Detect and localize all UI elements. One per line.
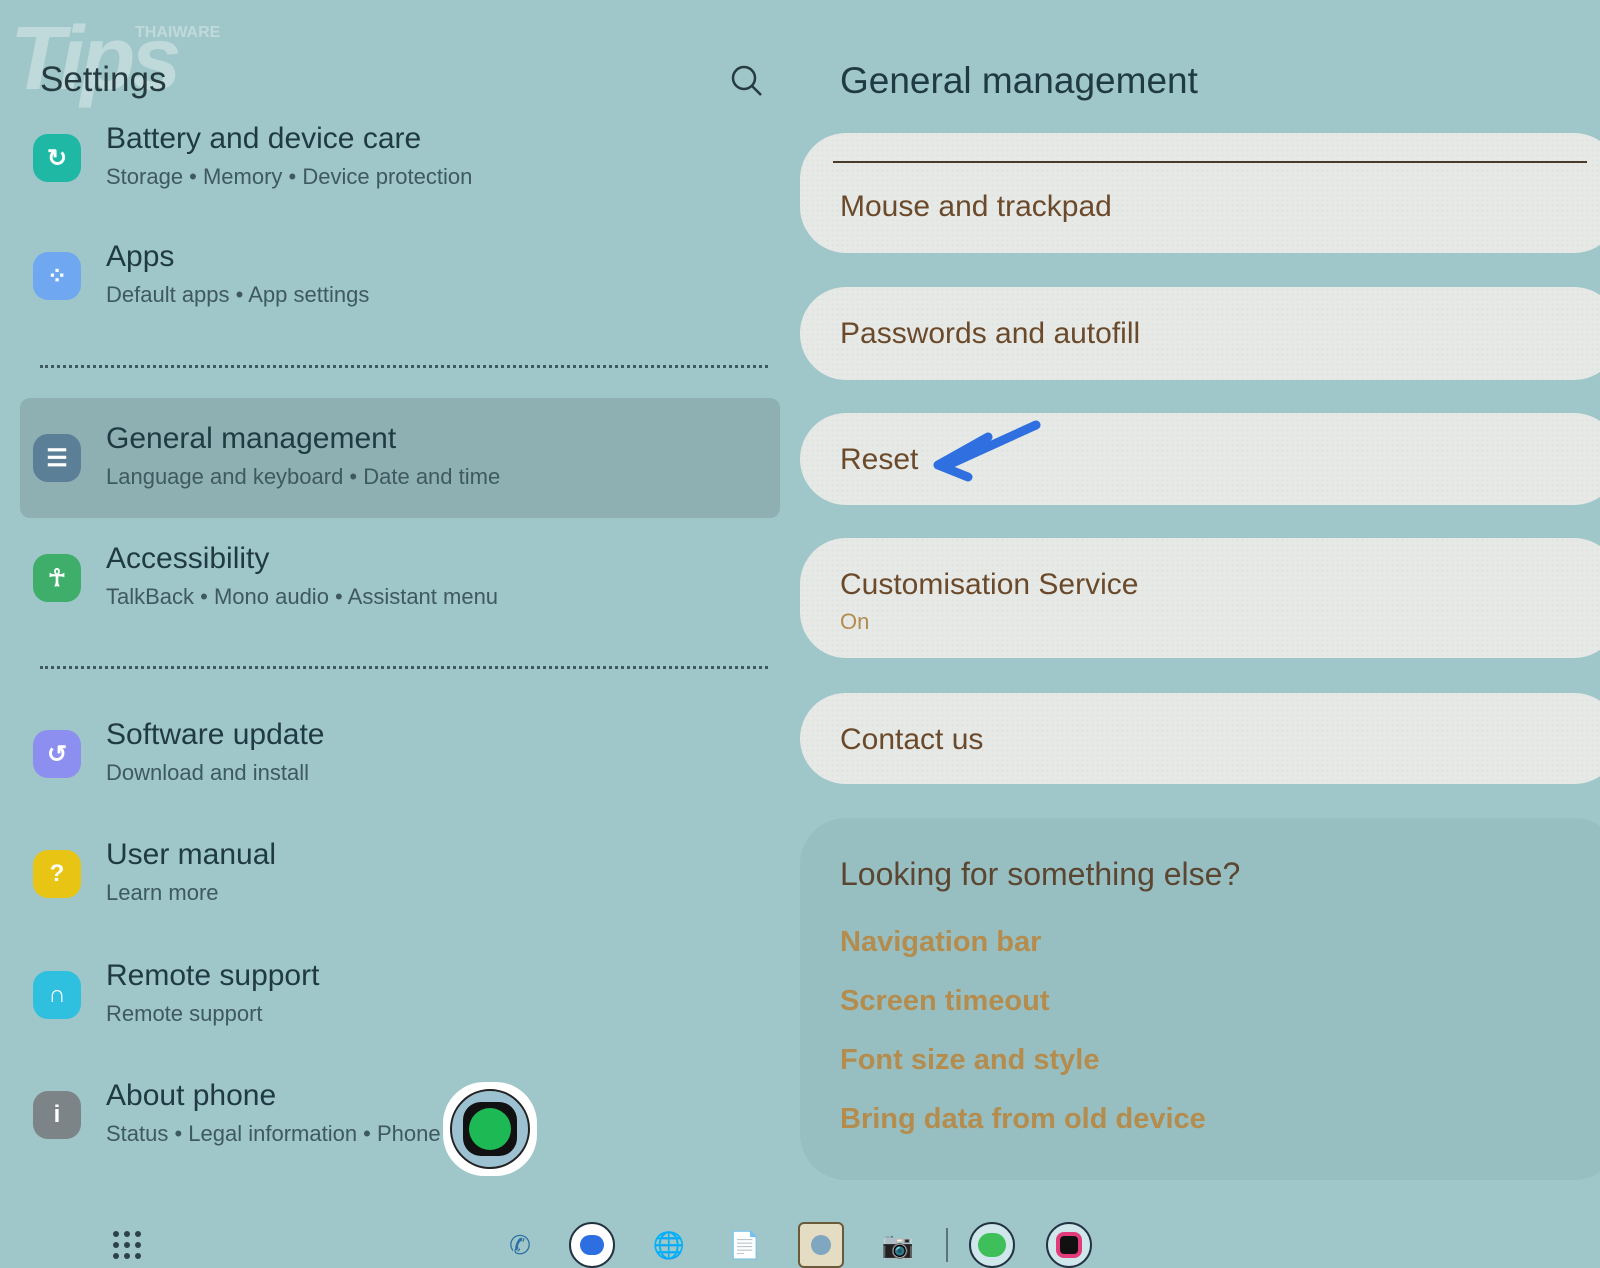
camera-icon[interactable]: 📷 [875, 1222, 921, 1268]
battery-care-icon: ↻ [33, 134, 81, 182]
card-label: Reset [840, 443, 919, 476]
card-label: Contact us [840, 723, 984, 756]
suggestions-heading: Looking for something else? [840, 856, 1241, 892]
divider [40, 365, 768, 368]
app-icon[interactable] [1046, 1222, 1092, 1268]
card-customisation-service[interactable]: Customisation Service On [800, 538, 1600, 658]
dock-divider [946, 1228, 948, 1262]
item-title: Battery and device care [106, 122, 422, 155]
search-icon[interactable] [730, 64, 764, 98]
link-bring-data[interactable]: Bring data from old device [840, 1103, 1206, 1136]
item-title: User manual [106, 838, 277, 871]
line-icon[interactable] [969, 1222, 1015, 1268]
link-screen-timeout[interactable]: Screen timeout [840, 985, 1050, 1018]
item-title: Apps [106, 240, 175, 273]
settings-item-about-phone[interactable]: i About phone Status • Legal information… [0, 1055, 790, 1175]
item-subtitle: TalkBack • Mono audio • Assistant menu [106, 584, 499, 609]
settings-item-apps[interactable]: ⁘ Apps Default apps • App settings [0, 216, 790, 336]
accessibility-icon: ☥ [33, 554, 81, 602]
internet-icon[interactable]: 🌐 [646, 1222, 692, 1268]
card-mouse-trackpad[interactable]: Mouse and trackpad [800, 133, 1600, 253]
card-label: Mouse and trackpad [840, 190, 1112, 223]
card-contact-us[interactable]: Contact us [800, 693, 1600, 784]
item-title: General management [106, 422, 397, 455]
software-update-icon: ↺ [33, 730, 81, 778]
sliders-icon: ☰ [33, 434, 81, 482]
item-title: Accessibility [106, 542, 270, 575]
card-reset[interactable]: Reset [800, 413, 1600, 505]
item-title: About phone [106, 1079, 277, 1112]
item-title: Remote support [106, 959, 320, 992]
item-title: Software update [106, 718, 325, 751]
headset-icon: ∩ [33, 971, 81, 1019]
settings-item-software-update[interactable]: ↺ Software update Download and install [0, 694, 790, 814]
spotify-floating-icon[interactable] [443, 1082, 537, 1176]
settings-item-user-manual[interactable]: ? User manual Learn more [0, 814, 790, 934]
card-label: Customisation Service [840, 568, 1139, 601]
card-label: Passwords and autofill [840, 317, 1141, 350]
notes-icon[interactable]: 📄 [722, 1222, 768, 1268]
item-subtitle: Language and keyboard • Date and time [106, 464, 501, 489]
divider [40, 666, 768, 669]
link-font-size[interactable]: Font size and style [840, 1044, 1099, 1077]
settings-item-battery-and-device-care[interactable]: ↻ Battery and device care Storage • Memo… [0, 98, 790, 218]
card-passwords-autofill[interactable]: Passwords and autofill [800, 287, 1600, 380]
link-navigation-bar[interactable]: Navigation bar [840, 926, 1041, 959]
settings-item-accessibility[interactable]: ☥ Accessibility TalkBack • Mono audio • … [0, 518, 790, 638]
apps-grid-icon[interactable] [104, 1222, 150, 1268]
page-title: Settings [40, 60, 167, 99]
apps-icon: ⁘ [33, 252, 81, 300]
card-status: On [840, 609, 870, 634]
item-subtitle: Learn more [106, 880, 219, 905]
item-subtitle: Default apps • App settings [106, 282, 370, 307]
item-subtitle: Storage • Memory • Device protection [106, 164, 473, 189]
suggestions-panel: Looking for something else? Navigation b… [800, 818, 1600, 1180]
settings-item-general-management[interactable]: ☰ General management Language and keyboa… [0, 398, 790, 518]
gallery-icon[interactable] [798, 1222, 844, 1268]
info-icon: i [33, 1091, 81, 1139]
item-subtitle: Download and install [106, 760, 310, 785]
item-subtitle: Remote support [106, 1001, 263, 1026]
phone-icon[interactable]: ✆ [497, 1222, 543, 1268]
user-manual-icon: ? [33, 850, 81, 898]
settings-item-remote-support[interactable]: ∩ Remote support Remote support [0, 935, 790, 1055]
arrow-annotation-icon [933, 420, 1041, 482]
detail-title: General management [840, 60, 1198, 101]
messages-icon[interactable] [569, 1222, 615, 1268]
